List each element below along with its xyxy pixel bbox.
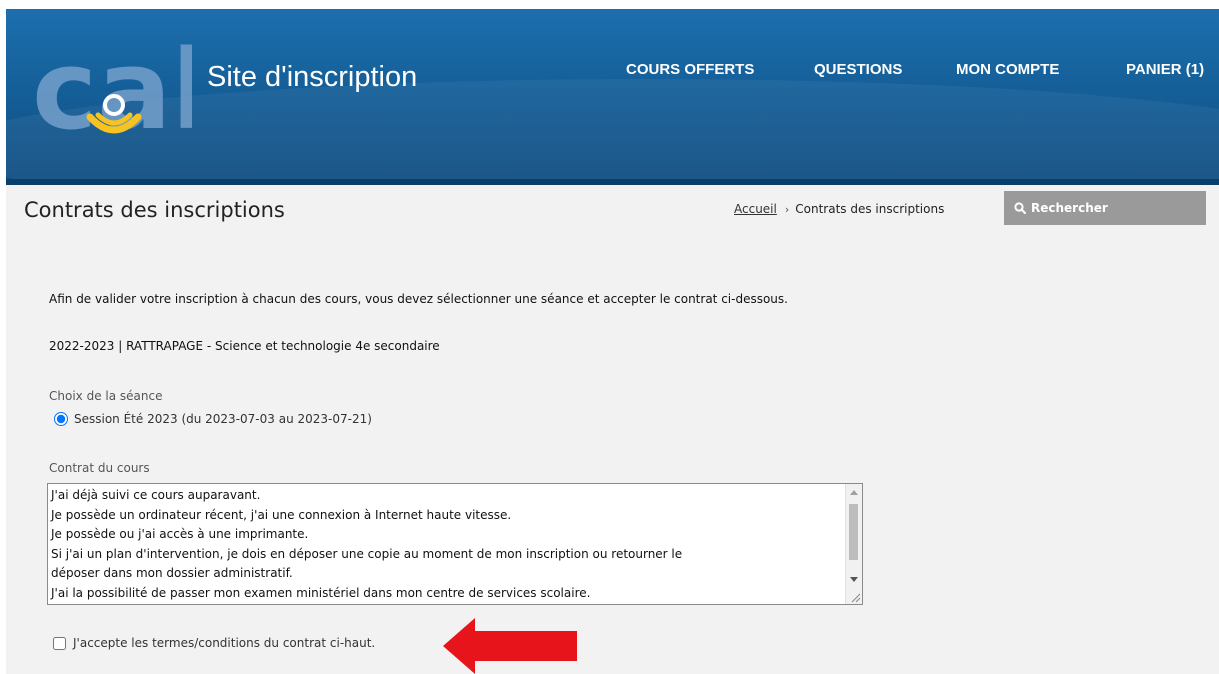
scroll-thumb[interactable]	[849, 504, 858, 560]
search-label: Rechercher	[1031, 201, 1108, 215]
contract-textarea[interactable]: J'ai déjà suivi ce cours auparavant. Je …	[47, 483, 863, 605]
session-option[interactable]: Session Été 2023 (du 2023-07-03 au 2023-…	[54, 412, 372, 426]
scroll-down-icon[interactable]	[850, 577, 858, 582]
contract-label: Contrat du cours	[49, 461, 150, 475]
cal-logo[interactable]: cal	[32, 33, 192, 153]
accept-terms[interactable]: J'accepte les termes/conditions du contr…	[53, 636, 375, 650]
page-title: Contrats des inscriptions	[24, 198, 285, 222]
site-header: cal Site d'inscription COURS OFFERTS QUE…	[6, 9, 1219, 185]
page: cal Site d'inscription COURS OFFERTS QUE…	[6, 9, 1219, 674]
accept-terms-label: J'accepte les termes/conditions du contr…	[73, 636, 376, 650]
course-name: 2022-2023 | RATTRAPAGE - Science et tech…	[49, 339, 440, 353]
breadcrumb-home-link[interactable]: Accueil	[734, 202, 777, 216]
search-icon	[1014, 202, 1027, 215]
intro-text: Afin de valider votre inscription à chac…	[49, 292, 788, 306]
contract-line: déposer dans mon dossier administratif.	[51, 566, 293, 580]
breadcrumb: Accueil › Contrats des inscriptions	[734, 202, 944, 216]
contract-scrollbar[interactable]	[845, 484, 862, 604]
nav-questions[interactable]: QUESTIONS	[814, 61, 902, 78]
contract-line: Si j'ai un plan d'intervention, je dois …	[51, 546, 683, 561]
session-label: Choix de la séance	[49, 389, 163, 403]
contract-line: Je possède un ordinateur récent, j'ai un…	[51, 507, 512, 522]
arrow-pointer-icon	[443, 618, 577, 674]
contract-text: J'ai déjà suivi ce cours auparavant. Je …	[51, 486, 841, 603]
contract-line: J'ai déjà suivi ce cours auparavant.	[51, 488, 261, 502]
scroll-up-icon[interactable]	[850, 490, 858, 495]
contract-line: Je possède ou j'ai accès à une imprimant…	[51, 527, 309, 541]
session-radio[interactable]	[54, 412, 68, 426]
session-option-label: Session Été 2023 (du 2023-07-03 au 2023-…	[74, 412, 372, 426]
accept-terms-checkbox[interactable]	[53, 636, 66, 650]
contract-line: J'ai la possibilité de passer mon examen…	[51, 585, 591, 600]
breadcrumb-current: Contrats des inscriptions	[795, 202, 945, 216]
breadcrumb-separator: ›	[784, 203, 790, 216]
nav-panier[interactable]: PANIER (1)	[1126, 61, 1204, 78]
resize-grip-icon[interactable]	[849, 591, 861, 603]
nav-cours-offerts[interactable]: COURS OFFERTS	[626, 61, 754, 78]
search-button[interactable]: Rechercher	[1004, 191, 1206, 225]
nav-mon-compte[interactable]: MON COMPTE	[956, 61, 1059, 78]
svg-text:cal: cal	[32, 33, 192, 153]
site-title: Site d'inscription	[207, 61, 418, 93]
